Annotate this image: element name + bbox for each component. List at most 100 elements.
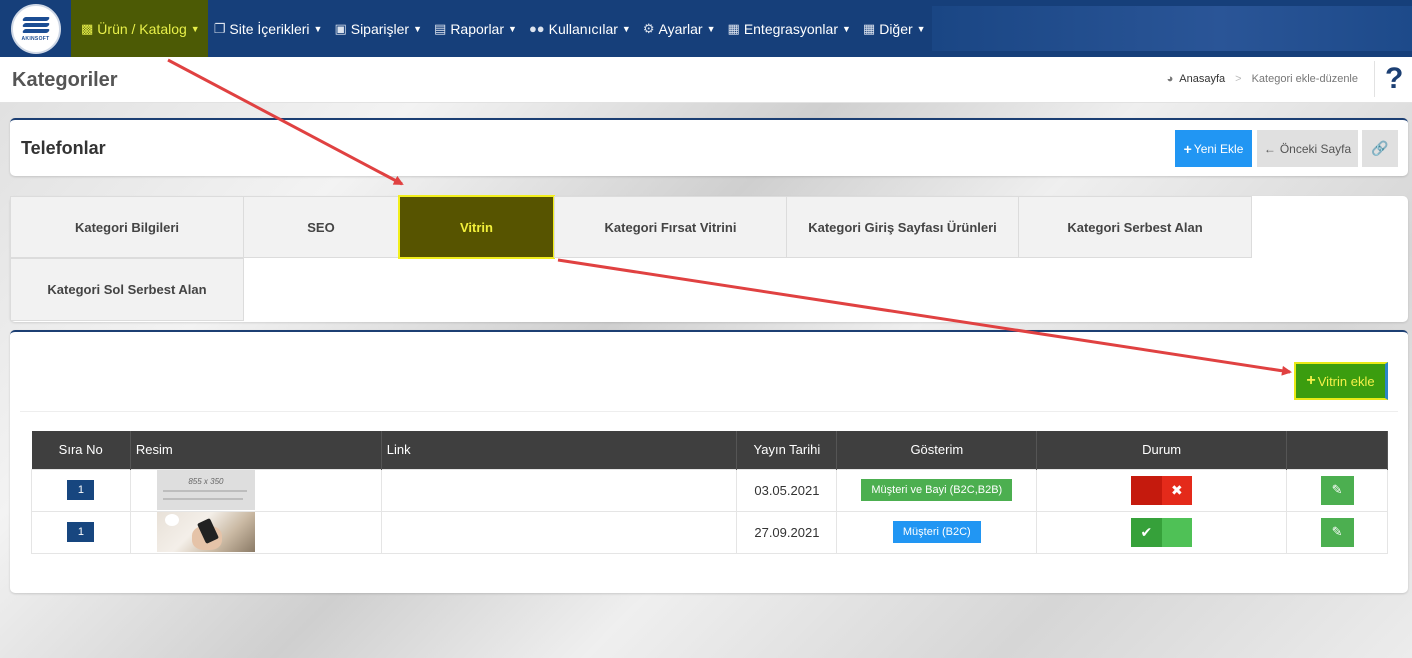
top-navbar: AKINSOFT ▩ Ürün / Katalog ▼ ❐ Site İçeri… — [0, 0, 1412, 57]
help-icon[interactable]: ? — [1374, 61, 1404, 97]
status-toggle[interactable]: ✔ — [1131, 517, 1193, 547]
pencil-icon: ✎ — [1331, 524, 1343, 539]
nav-item-raporlar[interactable]: ▤ Raporlar ▼ — [428, 0, 523, 57]
nav-item-entegrasyonlar[interactable]: ▦ Entegrasyonlar ▼ — [722, 0, 857, 57]
nav-item-label: Ayarlar — [658, 20, 703, 37]
display-badge: Müşteri ve Bayi (B2C,B2B) — [861, 479, 1013, 501]
cubes-icon: ▩ — [81, 20, 94, 36]
truck-icon: ▣ — [334, 20, 347, 36]
nav-item-ayarlar[interactable]: ⚙ Ayarlar ▼ — [637, 0, 722, 57]
previous-page-button[interactable]: ← Önceki Sayfa — [1257, 130, 1358, 167]
table-row: 1 27.09.2021 Müşteri (B2C) ✔ ✎ — [31, 510, 1388, 554]
link-cell — [380, 510, 738, 554]
category-title-panel: Telefonlar + Yeni Ekle ← Önceki Sayfa 🔗 — [10, 118, 1408, 176]
tabs-panel: Kategori Bilgileri SEO Vitrin Kategori F… — [10, 195, 1408, 322]
order-badge: 1 — [67, 522, 95, 542]
users-icon: ●● — [528, 21, 545, 36]
status-toggle[interactable]: ✖ — [1131, 475, 1193, 505]
file-icon: ▤ — [434, 20, 447, 36]
table-row: 1 855 x 350 03.05.2021 Müşteri ve Bayi (… — [31, 468, 1388, 512]
placeholder-line — [162, 490, 247, 492]
link-cell — [380, 468, 738, 512]
page-title: Kategoriler — [12, 69, 118, 91]
nav-item-siparisler[interactable]: ▣ Siparişler ▼ — [328, 0, 428, 57]
divider — [20, 411, 1398, 412]
column-header-display[interactable]: Gösterim — [836, 431, 1038, 469]
vitrin-image-thumbnail[interactable] — [156, 512, 255, 552]
check-icon: ✔ — [1131, 517, 1162, 547]
tab-kategori-giris-sayfasi-urunleri[interactable]: Kategori Giriş Sayfası Ürünleri — [786, 196, 1019, 258]
nav-item-urun-katalog[interactable]: ▩ Ürün / Katalog ▼ — [71, 0, 208, 57]
copy-icon: ❐ — [213, 20, 226, 36]
nav-item-kullanicilar[interactable]: ●● Kullanıcılar ▼ — [523, 0, 637, 57]
tab-kategori-serbest-alan[interactable]: Kategori Serbest Alan — [1018, 196, 1252, 258]
tab-seo[interactable]: SEO — [243, 196, 399, 258]
previous-page-label: Önceki Sayfa — [1279, 141, 1352, 156]
nav-item-label: Entegrasyonlar — [743, 20, 838, 37]
order-badge: 1 — [67, 480, 95, 500]
tab-vitrin[interactable]: Vitrin — [398, 195, 555, 259]
caret-down-icon: ▼ — [841, 23, 851, 34]
nav-item-label: Site İçerikleri — [229, 20, 310, 37]
date-cell: 03.05.2021 — [736, 468, 838, 512]
arrow-left-icon: ← — [1263, 141, 1276, 156]
link-icon: 🔗 — [1371, 140, 1389, 156]
sitemap-icon: ▦ — [727, 20, 740, 36]
vitrin-table: Sıra No Resim Link Yayın Tarihi Gösterim… — [31, 431, 1388, 554]
column-header-status[interactable]: Durum — [1036, 431, 1288, 469]
add-vitrin-button[interactable]: + Vitrin ekle — [1294, 362, 1388, 400]
close-icon: ✖ — [1161, 475, 1193, 505]
toggle-track — [1161, 517, 1193, 547]
category-title: Telefonlar — [21, 138, 106, 158]
logo-mark-icon — [21, 15, 50, 35]
column-header-date[interactable]: Yayın Tarihi — [736, 431, 838, 469]
breadcrumb-home-link[interactable]: Anasayfa — [1179, 73, 1225, 85]
caret-down-icon: ▼ — [916, 23, 926, 34]
link-button[interactable]: 🔗 — [1362, 130, 1398, 167]
grid-icon: ▦ — [862, 20, 876, 36]
dashboard-icon: ◕ — [1166, 73, 1174, 85]
caret-down-icon: ▼ — [413, 23, 423, 34]
breadcrumb: ◕ Anasayfa > Kategori ekle-düzenle — [1167, 73, 1358, 85]
plus-icon: + — [1183, 140, 1192, 157]
nav-menu: ▩ Ürün / Katalog ▼ ❐ Site İçerikleri ▼ ▣… — [71, 0, 932, 57]
toggle-track — [1131, 475, 1162, 505]
photo-cup — [164, 514, 179, 526]
tab-kategori-bilgileri[interactable]: Kategori Bilgileri — [10, 196, 244, 258]
caret-down-icon: ▼ — [621, 23, 631, 34]
new-button[interactable]: + Yeni Ekle — [1175, 130, 1252, 167]
date-cell: 27.09.2021 — [736, 510, 838, 554]
column-header-order[interactable]: Sıra No — [31, 431, 131, 469]
table-header-row: Sıra No Resim Link Yayın Tarihi Gösterim… — [31, 431, 1388, 469]
edit-button[interactable]: ✎ — [1320, 517, 1354, 547]
column-header-image[interactable]: Resim — [130, 431, 382, 469]
nav-item-label: Diğer — [879, 20, 913, 37]
placeholder-line — [162, 498, 243, 500]
nav-item-label: Ürün / Katalog — [97, 20, 187, 37]
tab-kategori-firsat-vitrini[interactable]: Kategori Fırsat Vitrini — [554, 196, 787, 258]
plus-icon: + — [1306, 372, 1316, 389]
breadcrumb-current: Kategori ekle-düzenle — [1251, 73, 1358, 85]
caret-down-icon: ▼ — [190, 23, 200, 34]
vitrin-image-thumbnail[interactable]: 855 x 350 — [156, 470, 255, 510]
tab-kategori-sol-serbest-alan[interactable]: Kategori Sol Serbest Alan — [10, 258, 244, 321]
caret-down-icon: ▼ — [706, 23, 716, 34]
nav-item-label: Raporlar — [450, 20, 505, 37]
breadcrumb-separator: > — [1235, 73, 1242, 85]
brand-logo[interactable]: AKINSOFT — [0, 0, 71, 57]
nav-blurred-area — [931, 6, 1412, 51]
caret-down-icon: ▼ — [508, 23, 517, 34]
add-vitrin-label: Vitrin ekle — [1317, 373, 1375, 389]
column-header-actions — [1286, 431, 1388, 469]
gears-icon: ⚙ — [642, 20, 655, 36]
column-header-link[interactable]: Link — [381, 431, 738, 469]
edit-button[interactable]: ✎ — [1320, 475, 1354, 505]
nav-item-label: Siparişler — [350, 20, 410, 37]
pencil-icon: ✎ — [1331, 482, 1343, 497]
placeholder-size-text: 855 x 350 — [188, 477, 224, 486]
nav-item-diger[interactable]: ▦ Diğer ▼ — [857, 0, 932, 57]
display-badge: Müşteri (B2C) — [892, 521, 981, 543]
nav-item-site-icerikleri[interactable]: ❐ Site İçerikleri ▼ — [208, 0, 329, 57]
logo-text: AKINSOFT — [21, 36, 50, 42]
nav-item-label: Kullanıcılar — [548, 20, 618, 37]
